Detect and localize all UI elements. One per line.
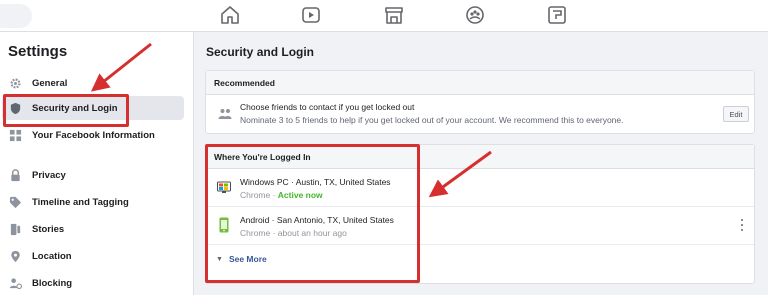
location-pin-icon — [8, 249, 22, 263]
edit-button[interactable]: Edit — [723, 106, 749, 122]
sidebar-item-label: Timeline and Tagging — [32, 196, 129, 208]
top-navigation-bar — [0, 0, 768, 32]
annotation-box-sidebar — [3, 94, 129, 127]
marketplace-icon[interactable] — [383, 5, 405, 25]
sidebar-item-label: Blocking — [32, 277, 73, 289]
sidebar-item-label: General — [32, 77, 68, 89]
page-title: Security and Login — [206, 45, 315, 59]
sidebar-item-stories[interactable]: Stories — [2, 217, 184, 241]
settings-sidebar: Settings General Security and Login Your… — [0, 32, 194, 295]
sidebar-item-label: Location — [32, 250, 72, 262]
facebook-info-icon — [8, 128, 22, 142]
recommended-card: Recommended Choose friends to contact if… — [205, 70, 755, 134]
search-pill[interactable] — [0, 4, 32, 28]
annotation-box-sessions — [205, 144, 420, 283]
sidebar-item-label: Your Facebook Information — [32, 129, 155, 141]
sidebar-item-label: Stories — [32, 223, 65, 235]
blocking-icon — [8, 276, 22, 290]
groups-icon[interactable] — [464, 5, 486, 25]
sidebar-item-location[interactable]: Location — [2, 244, 184, 268]
gear-icon — [8, 76, 22, 90]
stories-icon — [8, 222, 22, 236]
sidebar-item-label: Privacy — [32, 169, 66, 181]
gaming-icon[interactable] — [546, 5, 568, 25]
sidebar-item-privacy[interactable]: Privacy — [2, 163, 184, 187]
trusted-contacts-row: Choose friends to contact if you get loc… — [206, 95, 754, 133]
watch-icon[interactable] — [300, 5, 322, 25]
home-icon[interactable] — [219, 5, 241, 25]
sidebar-title: Settings — [8, 43, 68, 60]
tag-icon — [8, 195, 22, 209]
sidebar-item-blocking[interactable]: Blocking — [2, 271, 184, 295]
sidebar-item-general[interactable]: General — [2, 71, 184, 95]
friends-icon — [218, 107, 232, 119]
recommended-heading: Recommended — [206, 71, 754, 95]
lock-icon — [8, 168, 22, 182]
trusted-contacts-title: Choose friends to contact if you get loc… — [240, 102, 415, 112]
sidebar-item-timeline-and-tagging[interactable]: Timeline and Tagging — [2, 190, 184, 214]
more-options-icon[interactable] — [738, 216, 746, 234]
trusted-contacts-description: Nominate 3 to 5 friends to help if you g… — [240, 115, 624, 125]
